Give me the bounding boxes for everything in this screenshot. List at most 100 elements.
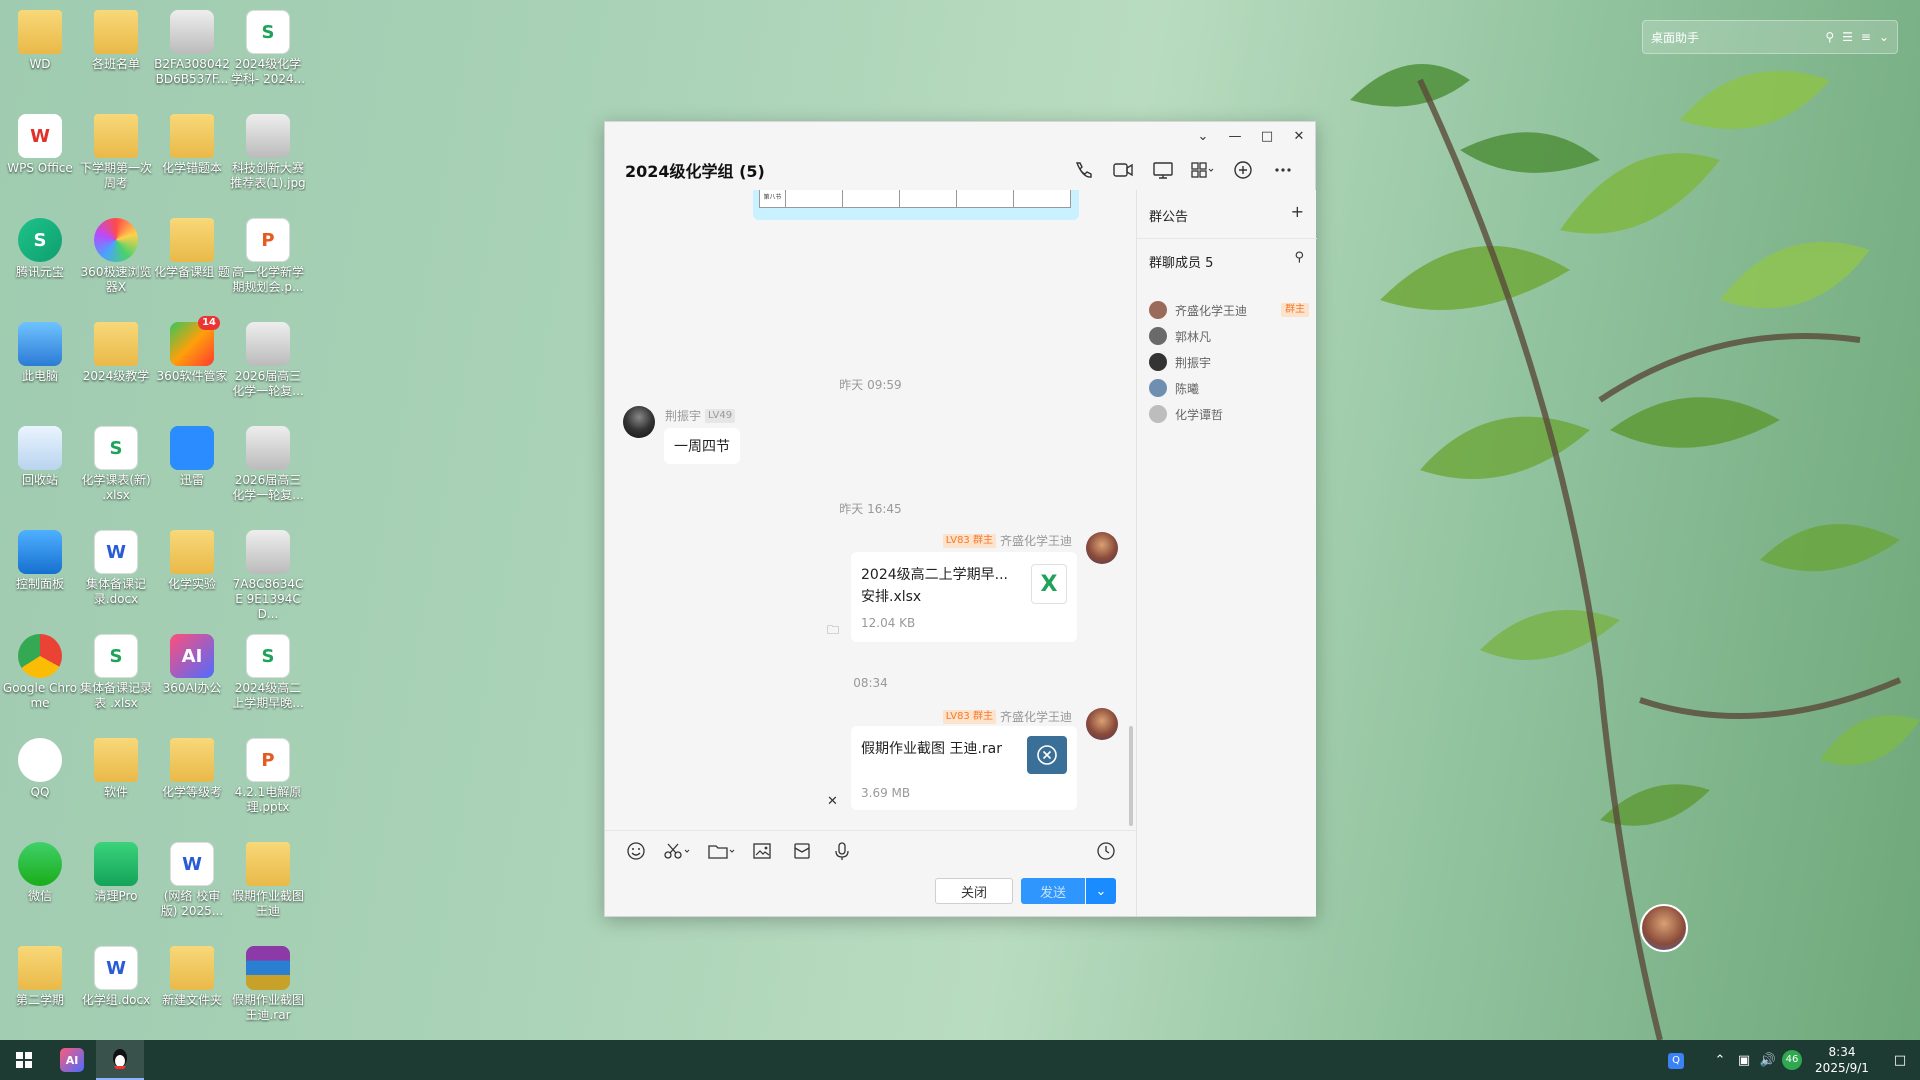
desktop-icon[interactable]: 新建文件夹 xyxy=(154,942,230,1008)
desktop-icon[interactable]: 假期作业截图 王迪.rar xyxy=(230,942,306,1023)
desktop-icon[interactable]: 此电脑 xyxy=(2,318,78,384)
search-icon[interactable]: ⚲ xyxy=(1294,250,1304,265)
message-list[interactable]: 第八节 昨天 09:59 荆振宇 LV49 一周四节 昨天 16:45 LV83… xyxy=(605,190,1136,830)
cancel-icon[interactable]: ✕ xyxy=(827,794,838,809)
chevron-up-icon[interactable]: ⌃ xyxy=(1708,1053,1732,1068)
ai360-taskbar-icon[interactable]: AI xyxy=(48,1040,96,1080)
microphone-icon[interactable] xyxy=(829,839,855,863)
clock[interactable]: 8:34 2025/9/1 xyxy=(1804,1044,1880,1076)
search-icon[interactable]: ⚲ xyxy=(1825,30,1834,44)
image-icon[interactable] xyxy=(749,839,775,863)
desktop-icon[interactable]: 化学错题本 xyxy=(154,110,230,176)
member-row[interactable]: 荆振宇 xyxy=(1149,352,1309,372)
desktop-icon[interactable]: WD xyxy=(2,6,78,72)
close-icon[interactable]: ✕ xyxy=(1283,122,1315,150)
send-options-chevron-icon[interactable]: ⌄ xyxy=(1086,878,1116,904)
desktop-icon[interactable]: 假期作业截图 王迪 xyxy=(230,838,306,919)
desktop-icon[interactable]: 化学等级考 xyxy=(154,734,230,800)
desktop-icon[interactable]: P 高一化学新学 期规划会.p... xyxy=(230,214,306,295)
desktop-icon[interactable]: 微信 xyxy=(2,838,78,904)
desktop-icon[interactable]: S 集体备课记录 表 .xlsx xyxy=(78,630,154,711)
more-icon[interactable] xyxy=(1263,158,1303,182)
folder-icon[interactable]: 🗀 xyxy=(827,621,839,642)
desktop-icon[interactable]: B2FA308042 BD6B537F... xyxy=(154,6,230,87)
avatar[interactable] xyxy=(1086,708,1118,740)
desktop-icon[interactable]: AI 360AI办公 xyxy=(154,630,230,696)
desktop-icon[interactable]: W 化学组.docx xyxy=(78,942,154,1008)
sender-name[interactable]: 齐盛化学王迪 xyxy=(1000,708,1072,725)
desktop-icon[interactable]: 第二学期 xyxy=(2,942,78,1008)
layers-icon[interactable]: ☰ xyxy=(1842,30,1853,44)
desktop-icon[interactable]: P 4.2.1电解原 理.pptx xyxy=(230,734,306,815)
avatar[interactable] xyxy=(1086,532,1118,564)
member-row[interactable]: 陈曦 xyxy=(1149,378,1309,398)
screenshot-scissors-icon[interactable] xyxy=(661,839,695,863)
desktop-icon[interactable]: 各班名单 xyxy=(78,6,154,72)
windows-start-icon[interactable] xyxy=(0,1040,48,1080)
desktop-icon[interactable]: 2026届高三 化学一轮复... xyxy=(230,422,306,503)
desktop-icon[interactable]: 7A8C8634CE 9E1394CD... xyxy=(230,526,306,622)
file-message-xlsx[interactable]: 2024级高二上学期早...安排.xlsx 12.04 KB X xyxy=(851,552,1077,642)
desktop-icon[interactable]: 360极速浏览 器X xyxy=(78,214,154,295)
video-call-icon[interactable] xyxy=(1103,158,1143,182)
chat-scrollbar[interactable] xyxy=(1129,726,1133,826)
message-input[interactable] xyxy=(615,874,915,875)
desktop-assistant-bar[interactable]: 桌面助手 ⚲ ☰ ≡ ⌄ xyxy=(1642,20,1898,54)
send-button[interactable]: 发送 xyxy=(1021,878,1085,904)
network-speed-badge[interactable]: 46 xyxy=(1780,1050,1804,1070)
desktop-icon[interactable]: S 腾讯元宝 xyxy=(2,214,78,280)
file-message-rar[interactable]: 假期作业截图 王迪.rar 3.69 MB xyxy=(851,726,1077,810)
desktop-icon[interactable]: 14 360软件管家 xyxy=(154,316,230,384)
desktop-icon[interactable]: 2026届高三 化学一轮复... xyxy=(230,318,306,399)
volume-icon[interactable]: 🔊 xyxy=(1756,1053,1780,1068)
apps-grid-icon[interactable] xyxy=(1183,158,1223,182)
qq-taskbar-icon[interactable] xyxy=(96,1040,144,1080)
floating-avatar[interactable] xyxy=(1640,904,1688,952)
desktop-icon[interactable]: W (网络 校审 版) 2025... xyxy=(154,838,230,919)
add-member-icon[interactable] xyxy=(1223,158,1263,182)
desktop-icon[interactable]: 迅雷 xyxy=(154,422,230,488)
group-notice-title[interactable]: 群公告 xyxy=(1149,206,1188,225)
close-button[interactable]: 关闭 xyxy=(935,878,1013,904)
desktop-icon[interactable]: 科技创新大赛 推荐表(1).jpg xyxy=(230,110,306,191)
desktop-icon[interactable]: 化学备课组 题 xyxy=(154,214,230,280)
maximize-icon[interactable]: □ xyxy=(1251,122,1283,150)
cancel-upload-icon[interactable] xyxy=(1027,736,1067,774)
member-row[interactable]: 郭林凡 xyxy=(1149,326,1309,346)
qq-browser-tray-icon[interactable]: Q xyxy=(1664,1052,1688,1069)
emoji-icon[interactable] xyxy=(623,839,649,863)
desktop-icon[interactable]: 回收站 xyxy=(2,422,78,488)
desktop-icon[interactable]: QQ xyxy=(2,734,78,800)
notification-icon[interactable]: □ xyxy=(1880,1053,1920,1068)
red-packet-icon[interactable] xyxy=(789,839,815,863)
desktop-icon[interactable]: W 集体备课记 录.docx xyxy=(78,526,154,607)
desktop-icon[interactable]: S 2024级化学 学科- 2024... xyxy=(230,6,306,87)
desktop-icon[interactable]: W WPS Office xyxy=(2,110,78,176)
desktop-icon[interactable]: S 2024级高二 上学期早晚... xyxy=(230,630,306,711)
history-clock-icon[interactable] xyxy=(1093,839,1119,863)
text-message[interactable]: 一周四节 xyxy=(664,428,740,464)
desktop-icon[interactable]: Google Chrome xyxy=(2,630,78,711)
screen-share-icon[interactable] xyxy=(1143,158,1183,182)
desktop-icon[interactable]: 化学实验 xyxy=(154,526,230,592)
minimize-icon[interactable]: — xyxy=(1219,122,1251,150)
desktop-icon[interactable]: 控制面板 xyxy=(2,526,78,592)
desktop-icon[interactable]: S 化学课表(新) .xlsx xyxy=(78,422,154,503)
image-message-table[interactable]: 第八节 xyxy=(753,190,1079,220)
chevron-down-icon[interactable]: ⌄ xyxy=(1879,30,1889,44)
chevron-down-icon[interactable]: ⌄ xyxy=(1187,122,1219,150)
sender-name[interactable]: 齐盛化学王迪 xyxy=(1000,532,1072,549)
sender-name[interactable]: 荆振宇 xyxy=(665,407,701,424)
network-icon[interactable]: ▣ xyxy=(1732,1053,1756,1068)
desktop-icon[interactable]: 2024级教学 xyxy=(78,318,154,384)
desktop-icon[interactable]: 清理Pro xyxy=(78,838,154,904)
folder-send-icon[interactable] xyxy=(705,839,739,863)
member-row[interactable]: 化学谭哲 xyxy=(1149,404,1309,424)
menu-icon[interactable]: ≡ xyxy=(1861,30,1871,44)
add-notice-icon[interactable]: + xyxy=(1291,202,1304,221)
desktop-icon[interactable]: 软件 xyxy=(78,734,154,800)
desktop-icon[interactable]: 下学期第一次 周考 xyxy=(78,110,154,191)
member-row[interactable]: 齐盛化学王迪 群主 xyxy=(1149,300,1309,320)
avatar[interactable] xyxy=(623,406,655,438)
phone-icon[interactable] xyxy=(1063,158,1103,182)
